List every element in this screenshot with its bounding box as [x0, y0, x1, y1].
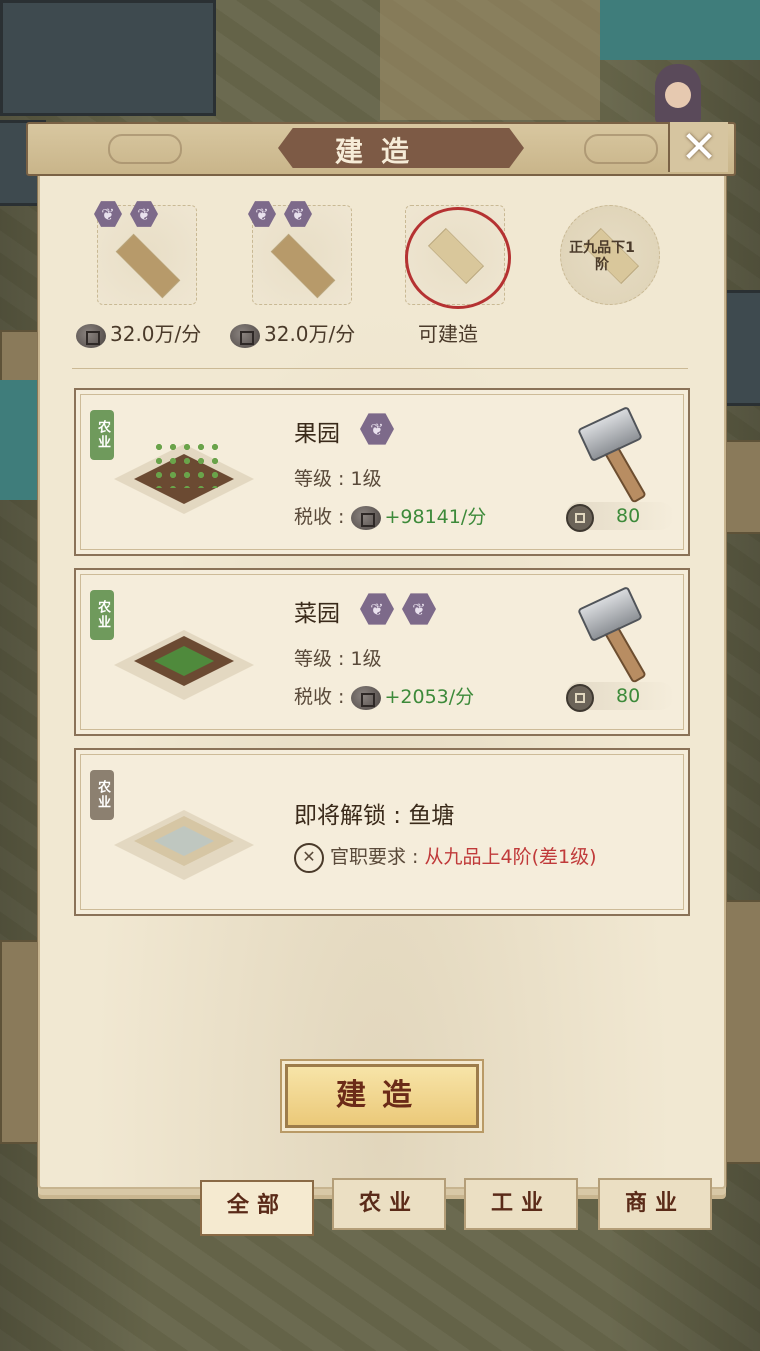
tab-commerce[interactable]: 商业 [598, 1178, 712, 1230]
close-icon: ✕ [680, 121, 718, 173]
hammer-icon[interactable] [574, 585, 654, 684]
coin-icon [350, 685, 381, 710]
requirement-line: ✕ 官职要求 : 从九品上4阶(差1级) [294, 842, 597, 873]
building-card-fish-pond[interactable]: 农业 即将解锁 : 鱼塘 ✕ 官职要求 : 从九品上4阶(差1级) [74, 748, 690, 916]
crop-icon: ❦ [402, 593, 436, 625]
crop-icon: ❦ [360, 413, 394, 445]
copper-coin-icon [566, 684, 594, 712]
hammer-icon[interactable] [574, 405, 654, 504]
level-line: 等级 : 1级 [294, 468, 382, 490]
tab-industry[interactable]: 工业 [464, 1178, 578, 1230]
highlight-ring [405, 207, 511, 309]
income-rate: 32.0万/分 [230, 318, 355, 348]
close-button[interactable]: ✕ [668, 121, 728, 173]
vegetable-garden-image [94, 620, 274, 710]
fish-pond-image [94, 800, 274, 890]
player-avatar[interactable] [655, 64, 701, 124]
build-button[interactable]: 建造 [285, 1064, 479, 1128]
rank-requirement: 正九品下1阶 [569, 240, 635, 273]
building-card-orchard[interactable]: 农业 果园 ❦ 等级 : 1级 税收 : +98141/分 80 [74, 388, 690, 556]
coin-icon [230, 323, 260, 348]
coin-icon [76, 323, 106, 348]
unlock-title: 即将解锁 : 鱼塘 [294, 803, 455, 829]
level-line: 等级 : 1级 [294, 648, 382, 670]
building-card-vegetable-garden[interactable]: 农业 菜园 ❦ ❦ 等级 : 1级 税收 : +2053/分 80 [74, 568, 690, 736]
orchard-image [94, 434, 274, 524]
build-cost: 80 [566, 682, 674, 712]
panel-header: 建造 [26, 122, 736, 176]
building-name: 菜园 [294, 601, 340, 627]
tax-line: 税收 : +98141/分 [294, 505, 487, 530]
crop-icon: ❦ [360, 593, 394, 625]
coin-icon [350, 505, 381, 530]
tab-all[interactable]: 全部 [200, 1180, 314, 1236]
buildable-label: 可建造 [418, 322, 478, 346]
copper-coin-icon [566, 504, 594, 532]
build-cost: 80 [566, 502, 674, 532]
divider [72, 368, 688, 369]
income-rate: 32.0万/分 [76, 318, 201, 348]
tax-line: 税收 : +2053/分 [294, 685, 475, 710]
tree-icon [152, 440, 222, 488]
locked-x-icon: ✕ [294, 842, 324, 873]
page-title: 建造 [334, 135, 427, 168]
tab-agriculture[interactable]: 农业 [332, 1178, 446, 1230]
building-name: 果园 [294, 421, 340, 447]
